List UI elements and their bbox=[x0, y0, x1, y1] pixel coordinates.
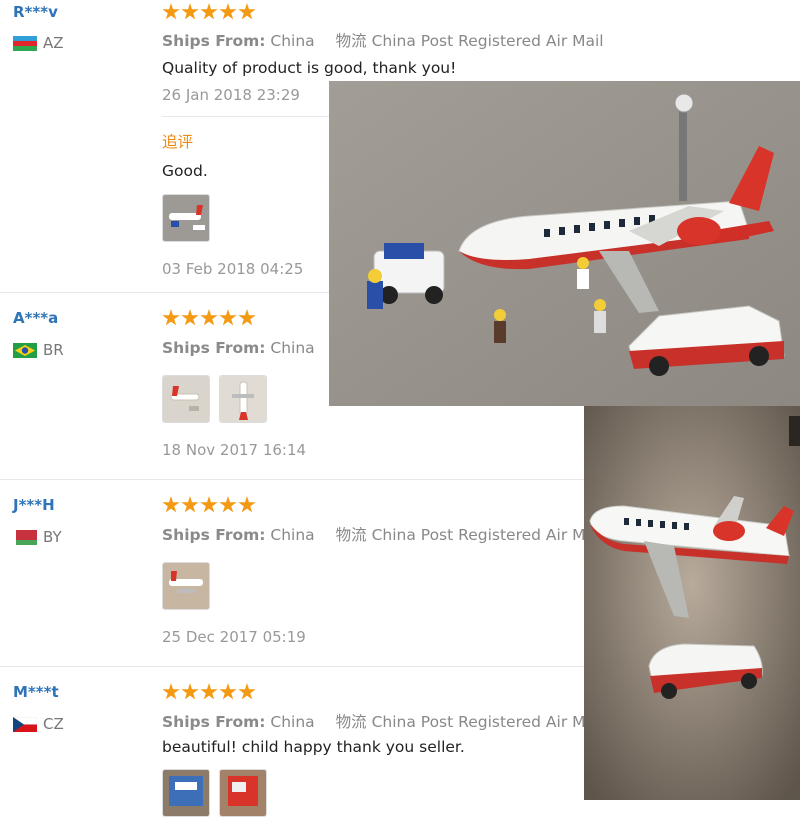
package-thumbnail-image bbox=[163, 770, 209, 816]
reviewer-country: BR bbox=[13, 341, 64, 359]
star-icon bbox=[219, 309, 237, 326]
flag-by-icon bbox=[13, 529, 37, 545]
enlarged-review-photo[interactable] bbox=[329, 81, 800, 406]
star-icon bbox=[181, 309, 199, 326]
reviewer-name[interactable]: J***H bbox=[13, 496, 55, 514]
ships-from-value: China bbox=[270, 339, 315, 357]
star-rating bbox=[162, 309, 256, 328]
flag-az-icon bbox=[13, 35, 37, 51]
star-icon bbox=[219, 683, 237, 700]
country-code: BY bbox=[43, 528, 62, 546]
logistics-value: China Post Registered Air Mail bbox=[371, 526, 604, 544]
star-icon bbox=[200, 683, 218, 700]
star-icon bbox=[200, 496, 218, 513]
enlarged-review-photo[interactable] bbox=[584, 406, 800, 800]
star-icon bbox=[200, 3, 218, 20]
reviewer-name[interactable]: A***a bbox=[13, 309, 58, 327]
additional-feedback-label: 追评 bbox=[162, 133, 194, 151]
star-icon bbox=[219, 496, 237, 513]
star-icon bbox=[162, 683, 180, 700]
airport-toy-set-photo bbox=[329, 81, 800, 406]
airplane-toy-thumbnail-image bbox=[220, 376, 266, 422]
review-photo-thumbnail[interactable] bbox=[162, 562, 210, 610]
star-icon bbox=[238, 683, 256, 700]
airplane-toy-floor-photo bbox=[584, 406, 800, 800]
airplane-toy-thumbnail-image bbox=[163, 195, 209, 241]
package-thumbnail-image bbox=[220, 770, 266, 816]
logistics-label: 物流 bbox=[335, 713, 367, 731]
star-rating bbox=[162, 683, 256, 702]
ships-from-label: Ships From: bbox=[162, 526, 266, 544]
logistics-value: China Post Registered Air Mail bbox=[371, 32, 604, 50]
ships-from-value: China bbox=[270, 713, 315, 731]
logistics-label: 物流 bbox=[335, 32, 367, 50]
review-photo-thumbnail[interactable] bbox=[162, 769, 210, 817]
ships-from-label: Ships From: bbox=[162, 32, 266, 50]
ships-from-label: Ships From: bbox=[162, 713, 266, 731]
followup-date: 03 Feb 2018 04:25 bbox=[162, 260, 304, 278]
star-icon bbox=[238, 309, 256, 326]
reviewer-country: CZ bbox=[13, 715, 64, 733]
review-date: 26 Jan 2018 23:29 bbox=[162, 86, 300, 104]
star-icon bbox=[181, 496, 199, 513]
star-icon bbox=[238, 496, 256, 513]
star-rating bbox=[162, 496, 256, 515]
flag-cz-icon bbox=[13, 716, 37, 732]
reviewer-country: AZ bbox=[13, 34, 64, 52]
flag-br-icon bbox=[13, 342, 37, 358]
ships-from-value: China bbox=[270, 526, 315, 544]
reviewer-country: BY bbox=[13, 528, 62, 546]
star-icon bbox=[162, 3, 180, 20]
star-icon bbox=[238, 3, 256, 20]
star-icon bbox=[181, 3, 199, 20]
airplane-toy-thumbnail-image bbox=[163, 563, 209, 609]
shipping-info: Ships From: China 物 bbox=[162, 336, 351, 358]
review-photo-thumbnail[interactable] bbox=[162, 194, 210, 242]
star-icon bbox=[181, 683, 199, 700]
review-date: 18 Nov 2017 16:14 bbox=[162, 441, 307, 459]
shipping-info: Ships From: China 物流 China Post Register… bbox=[162, 29, 604, 51]
review-text: Quality of product is good, thank you! bbox=[162, 59, 457, 77]
followup-text: Good. bbox=[162, 162, 208, 180]
country-code: BR bbox=[43, 341, 64, 359]
review-date: 25 Dec 2017 05:19 bbox=[162, 628, 306, 646]
review-photo-thumbnail[interactable] bbox=[219, 769, 267, 817]
divider bbox=[162, 116, 330, 117]
review-text: beautiful! child happy thank you seller. bbox=[162, 738, 465, 756]
star-icon bbox=[162, 496, 180, 513]
star-rating bbox=[162, 3, 256, 22]
logistics-label: 物流 bbox=[335, 526, 367, 544]
review-item: J***H BY Ships From: China 物流 China Post… bbox=[0, 480, 604, 666]
ships-from-value: China bbox=[270, 32, 315, 50]
reviewer-name[interactable]: M***t bbox=[13, 683, 59, 701]
review-photo-thumbnail[interactable] bbox=[219, 375, 267, 423]
star-icon bbox=[162, 309, 180, 326]
shipping-info: Ships From: China 物流 China Post Register… bbox=[162, 523, 604, 545]
airplane-toy-thumbnail-image bbox=[163, 376, 209, 422]
review-item: M***t CZ Ships From: China 物流 China Post… bbox=[0, 667, 604, 817]
shipping-info: Ships From: China 物流 China Post Register… bbox=[162, 710, 604, 732]
reviewer-name[interactable]: R***v bbox=[13, 3, 58, 21]
logistics-value: China Post Registered Air Mail bbox=[371, 713, 604, 731]
country-code: CZ bbox=[43, 715, 64, 733]
star-icon bbox=[200, 309, 218, 326]
review-photo-thumbnail[interactable] bbox=[162, 375, 210, 423]
star-icon bbox=[219, 3, 237, 20]
ships-from-label: Ships From: bbox=[162, 339, 266, 357]
country-code: AZ bbox=[43, 34, 64, 52]
